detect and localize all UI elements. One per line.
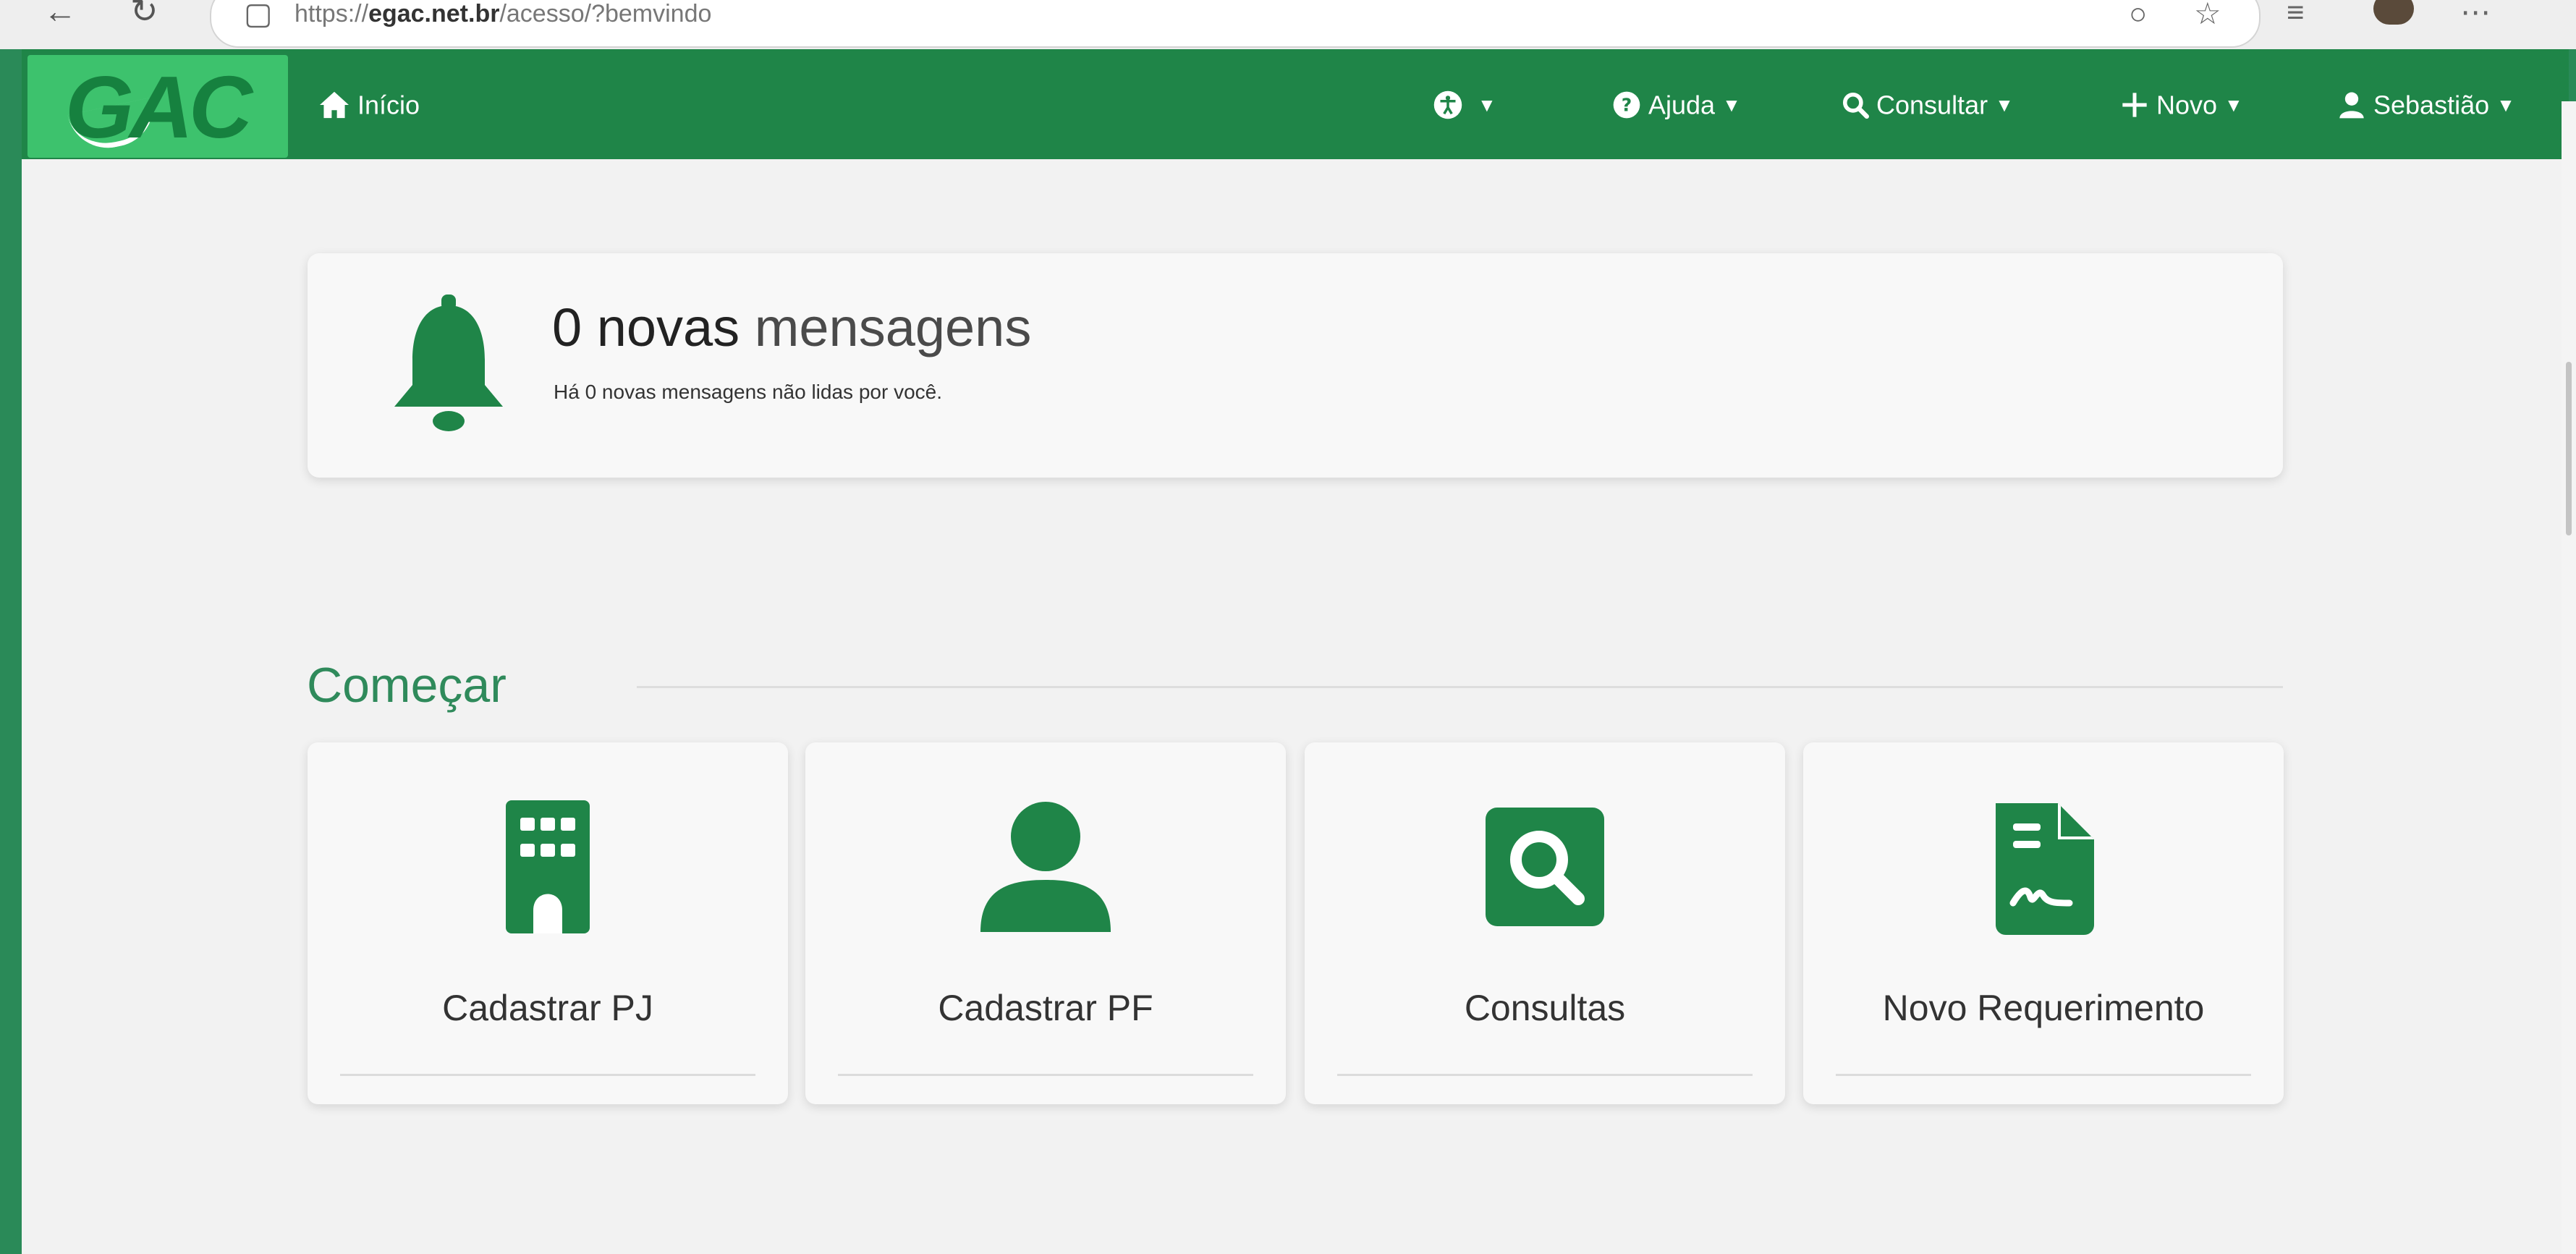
browser-toolbar: ← ↻ ▢ https://egac.net.br/acesso/?bemvin… <box>0 0 2576 49</box>
nav-help-label: Ajuda <box>1648 90 1716 120</box>
card-label: Novo Requerimento <box>1882 988 2205 1028</box>
reload-icon[interactable]: ↻ <box>130 0 158 27</box>
egac-logo[interactable]: GAC <box>27 55 288 158</box>
app-window: GAC Início ▼ ? Ajuda ▼ Consultar ▼ Novo ▼ Se… <box>22 49 2569 1254</box>
more-menu-icon[interactable]: ⋯ <box>2460 0 2491 27</box>
card-footer-divider <box>1337 1074 1753 1076</box>
card-consultas[interactable]: Consultas <box>1305 742 1785 1104</box>
nav-new-label: Novo <box>2156 90 2218 120</box>
person-icon <box>980 802 1111 932</box>
messages-title-strong: novas <box>596 297 740 357</box>
favorite-star-icon[interactable]: ☆ <box>2194 0 2221 29</box>
favorites-list-icon[interactable]: ≡ <box>2287 0 2305 27</box>
nav-user[interactable]: Sebastião ▼ <box>2337 49 2515 159</box>
card-cadastrar-pf[interactable]: Cadastrar PF <box>805 742 1286 1104</box>
card-novo-requerimento[interactable]: Novo Requerimento <box>1803 742 2284 1104</box>
logo-text: GAC <box>65 58 253 156</box>
zoom-icon[interactable]: ○ <box>2129 0 2147 29</box>
nav-accessibility[interactable]: ▼ <box>1433 49 1496 159</box>
scrollbar-thumb[interactable] <box>2566 362 2572 535</box>
section-divider <box>637 686 2283 688</box>
accessibility-icon <box>1433 91 1462 119</box>
nav-consult[interactable]: Consultar ▼ <box>1842 49 2014 159</box>
section-title-start: Começar <box>307 658 507 713</box>
messages-title: 0 novas mensagens <box>552 297 1031 358</box>
top-navbar: GAC Início ▼ ? Ajuda ▼ Consultar ▼ Novo ▼ Se… <box>22 49 2569 159</box>
card-label: Cadastrar PJ <box>442 988 653 1028</box>
chevron-down-icon: ▼ <box>2224 94 2243 116</box>
chevron-down-icon: ▼ <box>1995 94 2014 116</box>
nav-new[interactable]: Novo ▼ <box>2120 49 2243 159</box>
messages-subtitle: Há 0 novas mensagens não lidas por você. <box>554 381 942 403</box>
svg-text:?: ? <box>1622 95 1632 116</box>
card-footer-divider <box>838 1074 1253 1076</box>
plus-icon <box>2122 93 2147 118</box>
messages-card[interactable]: 0 novas mensagens Há 0 novas mensagens n… <box>308 253 2283 478</box>
card-label: Cadastrar PF <box>938 988 1153 1028</box>
nav-help[interactable]: ? Ajuda ▼ <box>1612 49 1741 159</box>
nav-user-label: Sebastião <box>2373 90 2490 120</box>
card-footer-divider <box>340 1074 755 1076</box>
home-icon <box>320 92 349 119</box>
nav-consult-label: Consultar <box>1876 90 1988 120</box>
nav-home-label: Início <box>357 90 420 120</box>
chevron-down-icon: ▼ <box>1722 94 1741 116</box>
bell-icon <box>394 295 503 431</box>
building-icon <box>506 800 590 933</box>
document-signature-icon <box>1996 803 2094 935</box>
question-circle-icon: ? <box>1613 92 1640 119</box>
chevron-down-icon: ▼ <box>1478 94 1496 116</box>
address-text: https://egac.net.br/acesso/?bemvindo <box>295 0 712 27</box>
nav-home[interactable]: Início <box>318 49 420 159</box>
chevron-down-icon: ▼ <box>2496 94 2515 116</box>
messages-count: 0 <box>552 297 582 357</box>
page-info-icon[interactable]: ▢ <box>244 0 273 29</box>
search-square-icon <box>1486 808 1604 926</box>
user-icon <box>2339 92 2364 119</box>
profile-avatar[interactable] <box>2373 0 2414 25</box>
card-cadastrar-pj[interactable]: Cadastrar PJ <box>308 742 788 1104</box>
messages-title-light: mensagens <box>754 297 1032 357</box>
card-label: Consultas <box>1464 988 1626 1028</box>
card-footer-divider <box>1836 1074 2251 1076</box>
back-icon[interactable]: ← <box>43 0 77 27</box>
page-scrollbar[interactable] <box>2562 101 2576 1254</box>
search-icon <box>1842 93 1869 119</box>
